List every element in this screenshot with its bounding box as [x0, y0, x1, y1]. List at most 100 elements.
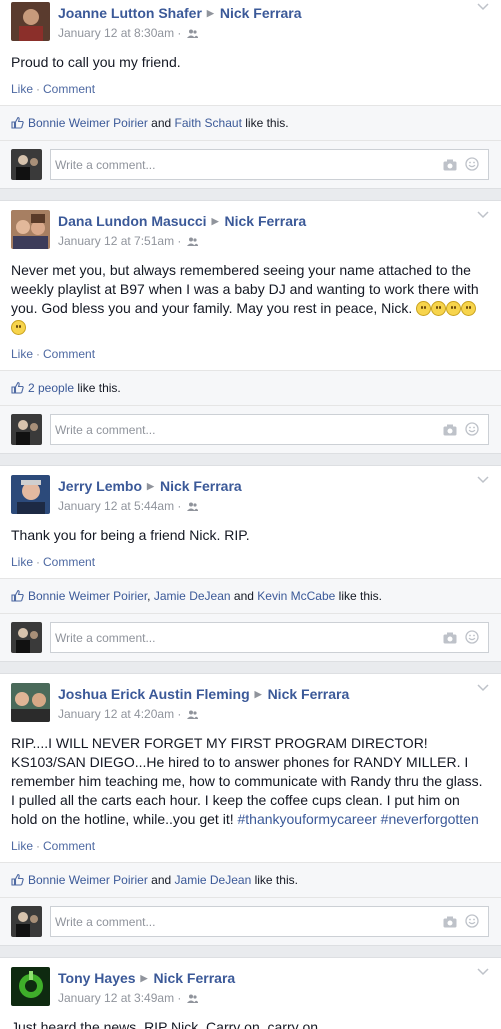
like-link[interactable]: Like [11, 555, 33, 569]
comment-composer: Write a comment... [0, 405, 501, 453]
smiley-icon[interactable] [465, 157, 479, 171]
crying-emoji-icon [431, 301, 447, 316]
viewer-avatar [11, 414, 42, 445]
post: Jerry Lembo ▶ Nick Ferrara January 12 at 5… [0, 465, 501, 662]
post-header: Joanne Lutton Shafer ▶ Nick Ferrara Januar… [0, 0, 501, 45]
post-text: Never met you, but always remembered see… [0, 253, 501, 337]
arrow-right-icon: ▶ [147, 481, 154, 491]
comment-link[interactable]: Comment [43, 555, 95, 569]
post: Joshua Erick Austin Fleming ▶ Nick Ferrara… [0, 673, 501, 946]
crying-emoji-icon [416, 301, 432, 316]
likes-summary: 2 people like this. [0, 370, 501, 405]
author-name[interactable]: Jerry Lembo [58, 478, 142, 494]
post-text: RIP....I WILL NEVER FORGET MY FIRST PROG… [11, 735, 483, 827]
timestamp[interactable]: January 12 at 8:30am [58, 26, 174, 40]
friends-icon [186, 994, 198, 1003]
chevron-down-icon[interactable] [477, 3, 489, 11]
likes-summary: Bonnie Weimer Poirier and Jamie DeJean l… [0, 862, 501, 897]
smiley-icon[interactable] [465, 630, 479, 644]
liker-name[interactable]: Jamie DeJean [175, 873, 252, 887]
target-name[interactable]: Nick Ferrara [160, 478, 242, 494]
post: Tony Hayes ▶ Nick Ferrara January 12 at 3:… [0, 957, 501, 1029]
comment-composer: Write a comment... [0, 140, 501, 188]
post: Joanne Lutton Shafer ▶ Nick Ferrara Januar… [0, 0, 501, 189]
comment-link[interactable]: Comment [43, 347, 95, 361]
comment-composer: Write a comment... [0, 613, 501, 661]
liker-name[interactable]: Jamie DeJean [154, 589, 231, 603]
post-text: Thank you for being a friend Nick. RIP. [11, 527, 250, 543]
viewer-avatar [11, 622, 42, 653]
comment-input[interactable]: Write a comment... [50, 906, 489, 937]
crying-emoji-icon [461, 301, 477, 316]
arrow-right-icon: ▶ [211, 216, 219, 226]
chevron-down-icon[interactable] [477, 211, 489, 219]
liker-name[interactable]: Kevin McCabe [257, 589, 335, 603]
post-actions: Like · Comment [11, 347, 96, 361]
timestamp[interactable]: January 12 at 7:51am [58, 234, 174, 248]
post-text: Proud to call you my friend. [11, 54, 181, 70]
smiley-icon[interactable] [465, 914, 479, 928]
arrow-right-icon: ▶ [206, 8, 214, 18]
comment-link[interactable]: Comment [43, 839, 95, 853]
author-name[interactable]: Joanne Lutton Shafer [58, 5, 202, 21]
author-avatar[interactable] [11, 2, 50, 41]
like-link[interactable]: Like [11, 839, 33, 853]
author-name[interactable]: Tony Hayes [58, 970, 136, 986]
chevron-down-icon[interactable] [477, 684, 489, 692]
like-link[interactable]: Like [11, 82, 33, 96]
target-name[interactable]: Nick Ferrara [225, 213, 307, 229]
friends-icon [186, 237, 198, 246]
comment-input[interactable]: Write a comment... [50, 149, 489, 180]
arrow-right-icon: ▶ [254, 689, 262, 699]
like-link[interactable]: Like [11, 347, 33, 361]
target-name[interactable]: Nick Ferrara [220, 5, 302, 21]
timestamp[interactable]: January 12 at 5:44am [58, 499, 174, 513]
author-avatar[interactable] [11, 967, 50, 1006]
post-actions: Like · Comment [11, 555, 96, 569]
liker-name[interactable]: Bonnie Weimer Poirier [28, 873, 148, 887]
author-name[interactable]: Joshua Erick Austin Fleming [58, 686, 250, 702]
comment-composer: Write a comment... [0, 897, 501, 945]
hashtag-link[interactable]: #neverforgotten [381, 811, 479, 827]
post-header: Dana Lundon Masucci ▶ Nick Ferrara January… [0, 201, 501, 253]
post: Dana Lundon Masucci ▶ Nick Ferrara January… [0, 200, 501, 454]
target-name[interactable]: Nick Ferrara [268, 686, 350, 702]
comment-link[interactable]: Comment [43, 82, 95, 96]
post-header: Joshua Erick Austin Fleming ▶ Nick Ferrara… [0, 674, 501, 726]
liker-name[interactable]: Bonnie Weimer Poirier [28, 116, 148, 130]
liker-name[interactable]: Bonnie Weimer Poirier [28, 589, 147, 603]
post-text: Just heard the news. RIP Nick. Carry on,… [11, 1019, 330, 1029]
post-actions: Like · Comment [11, 839, 96, 853]
hashtag-link[interactable]: #thankyouformycareer [237, 811, 376, 827]
chevron-down-icon[interactable] [477, 968, 489, 976]
comment-input[interactable]: Write a comment... [50, 414, 489, 445]
timestamp[interactable]: January 12 at 4:20am [58, 707, 174, 721]
camera-icon[interactable] [443, 916, 457, 928]
viewer-avatar [11, 906, 42, 937]
post-header: Tony Hayes ▶ Nick Ferrara January 12 at 3:… [0, 958, 501, 1010]
author-avatar[interactable] [11, 210, 50, 249]
smiley-icon[interactable] [465, 422, 479, 436]
comment-input[interactable]: Write a comment... [50, 622, 489, 653]
target-name[interactable]: Nick Ferrara [153, 970, 235, 986]
friends-icon [186, 502, 198, 511]
thumbs-up-icon [11, 116, 24, 129]
likes-summary: Bonnie Weimer Poirier and Faith Schaut l… [0, 105, 501, 140]
thumbs-up-icon [11, 873, 24, 886]
author-avatar[interactable] [11, 683, 50, 722]
post-actions: Like · Comment [11, 82, 96, 96]
timestamp[interactable]: January 12 at 3:49am [58, 991, 174, 1005]
liker-name[interactable]: Faith Schaut [175, 116, 242, 130]
chevron-down-icon[interactable] [477, 476, 489, 484]
thumbs-up-icon [11, 381, 24, 394]
camera-icon[interactable] [443, 424, 457, 436]
camera-icon[interactable] [443, 632, 457, 644]
camera-icon[interactable] [443, 159, 457, 171]
author-avatar[interactable] [11, 475, 50, 514]
likes-count-link[interactable]: 2 people [28, 381, 74, 395]
crying-emoji-icon [11, 320, 26, 335]
viewer-avatar [11, 149, 42, 180]
author-name[interactable]: Dana Lundon Masucci [58, 213, 207, 229]
friends-icon [186, 29, 198, 38]
arrow-right-icon: ▶ [140, 973, 148, 983]
